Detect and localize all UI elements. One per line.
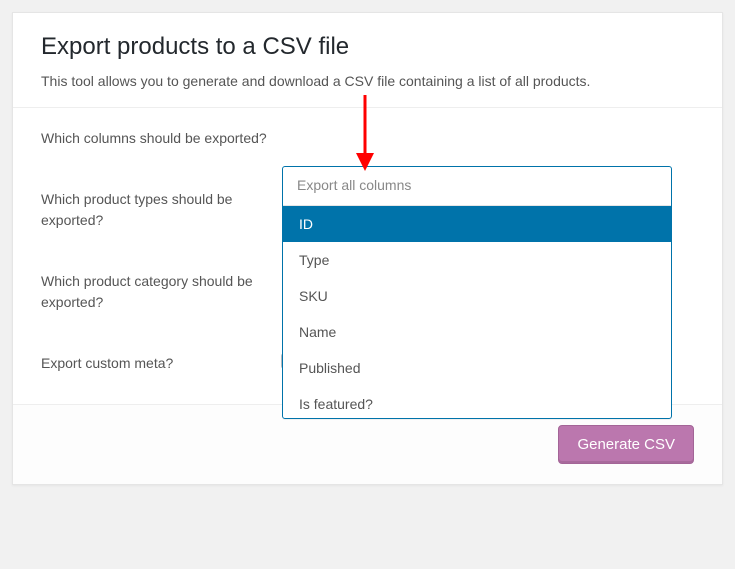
label-category: Which product category should be exporte… <box>41 271 281 313</box>
dropdown-option[interactable]: Type <box>283 242 671 278</box>
dropdown-option[interactable]: Is featured? <box>283 386 671 418</box>
export-panel: Export products to a CSV file This tool … <box>12 12 723 485</box>
label-meta: Export custom meta? <box>41 353 281 374</box>
page-title: Export products to a CSV file <box>41 33 694 61</box>
panel-header: Export products to a CSV file This tool … <box>13 13 722 107</box>
dropdown-option[interactable]: Name <box>283 314 671 350</box>
generate-csv-button[interactable]: Generate CSV <box>558 425 694 464</box>
dropdown-option[interactable]: ID <box>283 206 671 242</box>
columns-dropdown[interactable]: Export all columns IDTypeSKUNamePublishe… <box>282 166 672 419</box>
dropdown-option[interactable]: SKU <box>283 278 671 314</box>
dropdown-search-wrap[interactable]: Export all columns <box>283 167 671 205</box>
row-columns: Which columns should be exported? <box>41 108 694 169</box>
page-description: This tool allows you to generate and dow… <box>41 73 694 89</box>
label-types: Which product types should be exported? <box>41 189 281 231</box>
dropdown-placeholder: Export all columns <box>297 177 411 193</box>
dropdown-option-list: IDTypeSKUNamePublishedIs featured? <box>283 205 671 418</box>
dropdown-option[interactable]: Published <box>283 350 671 386</box>
label-columns: Which columns should be exported? <box>41 128 281 149</box>
